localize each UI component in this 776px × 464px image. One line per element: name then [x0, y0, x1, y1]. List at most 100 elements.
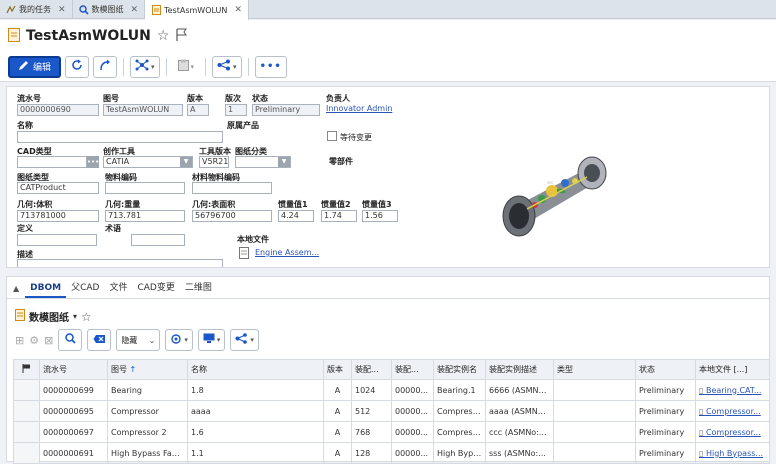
table-row[interactable]: 0000000697 Compressor 2 1.6 A 768 00000.… — [13, 421, 770, 443]
column-header[interactable]: 图号 ↑ — [107, 359, 188, 380]
drawing-no-field[interactable]: TestAsmWOLUN — [103, 104, 183, 116]
star-icon[interactable]: ☆ — [81, 310, 92, 324]
serial-field[interactable]: 0000000690 — [17, 104, 99, 116]
inertia1-field[interactable]: 4.24 — [278, 210, 314, 222]
local-file-link[interactable]: Engine Assem... — [255, 248, 319, 257]
file-link[interactable]: ▯ High Bypass... — [695, 442, 770, 464]
refresh-button[interactable] — [65, 55, 90, 78]
serial-label: 流水号 — [17, 94, 41, 103]
clipboard-button[interactable]: ▾ — [172, 55, 200, 78]
cad-type-field[interactable] — [17, 156, 87, 168]
edit-button[interactable]: 编辑 — [8, 55, 62, 78]
more-options-button[interactable]: ••• — [87, 156, 99, 168]
document-icon — [151, 5, 161, 15]
star-icon[interactable]: ☆ — [157, 28, 170, 44]
tab-drawings[interactable]: 数模图纸 ✕ — [73, 0, 146, 19]
column-header[interactable]: 装配... — [391, 359, 434, 380]
share-icon — [235, 333, 248, 347]
share-button[interactable]: ▾ — [212, 55, 242, 78]
inertia2-field[interactable]: 1.74 — [321, 210, 357, 222]
tab-label: 数模图纸 — [91, 5, 124, 14]
collapse-icon[interactable]: ▲ — [11, 284, 25, 298]
tab-files[interactable]: 文件 — [104, 278, 132, 298]
material-material-code-field[interactable] — [192, 182, 272, 194]
settings-icon[interactable]: ⚙ — [29, 334, 39, 347]
toolbar-divider — [165, 57, 167, 76]
tab-testasm[interactable]: TestAsmWOLUN ✕ — [145, 0, 249, 20]
column-header[interactable]: 流水号 — [39, 359, 108, 380]
material-code-field[interactable] — [105, 182, 185, 194]
file-link-label: Compressor... — [705, 406, 761, 416]
column-header[interactable]: 装配实例描述 — [485, 359, 554, 380]
volume-field[interactable]: 713781000 — [17, 210, 99, 222]
flag-icon[interactable] — [175, 28, 188, 44]
tab-label: TestAsmWOLUN — [164, 5, 228, 15]
tab-cad-change[interactable]: CAD变更 — [132, 278, 179, 298]
column-header[interactable]: 状态 — [635, 359, 696, 380]
revision-field[interactable]: 1 — [225, 104, 247, 116]
tool-version-field[interactable]: V5R21 — [199, 156, 229, 168]
source-product-label: 原属产品 — [227, 121, 259, 130]
definition-field[interactable] — [17, 234, 97, 246]
promote-button[interactable] — [93, 55, 118, 78]
column-header[interactable]: 本地文件 [...] — [695, 359, 770, 380]
table-row[interactable]: 0000000695 Compressor aaaa A 512 00000..… — [13, 400, 770, 422]
structure-button[interactable]: ▾ — [130, 55, 160, 78]
cell: Preliminary — [635, 421, 696, 443]
main-toolbar: 编辑 ▾ ▾ ▾ ••• — [0, 52, 776, 82]
table-row[interactable]: 0000000699 Bearing 1.8 A 1024 00000... B… — [13, 379, 770, 401]
monitor-button[interactable]: ▾ — [197, 329, 226, 351]
tab-parent-cad[interactable]: 父CAD — [66, 278, 104, 298]
definition-label: 定义 — [17, 224, 33, 233]
table-row[interactable]: 0000000691 High Bypass Fan ... 1.1 A 128… — [13, 442, 770, 464]
file-link[interactable]: ▯ Compressor... — [695, 421, 770, 443]
task-icon — [6, 5, 16, 15]
cell: 6666 (ASMNo... — [485, 379, 554, 401]
name-field[interactable] — [17, 131, 223, 143]
term-field[interactable] — [131, 234, 185, 246]
version-field[interactable]: A — [187, 104, 209, 116]
chevron-down-icon: ▾ — [184, 336, 188, 344]
relationship-grid: 流水号 图号 ↑ 名称 版本 装配... 装配... 装配实例名 装配实例描述 … — [13, 359, 770, 464]
weight-field[interactable]: 713.781 — [105, 210, 185, 222]
column-header[interactable]: 版本 — [323, 359, 352, 380]
search-button[interactable] — [58, 329, 83, 351]
pending-change-checkbox[interactable] — [327, 131, 337, 141]
cell — [553, 421, 636, 443]
column-header[interactable]: 名称 — [187, 359, 324, 380]
hide-select[interactable]: 隐藏 ⌄ — [116, 329, 161, 351]
column-header[interactable]: 装配... — [351, 359, 392, 380]
view-button[interactable]: ▾ — [165, 329, 193, 351]
description-field[interactable] — [17, 259, 223, 267]
section-title[interactable]: 数模图纸 ▾ ☆ — [15, 309, 92, 324]
close-icon[interactable]: ✕ — [234, 5, 242, 15]
surface-field[interactable]: 56796700 — [192, 210, 272, 222]
file-link[interactable]: ▯ Bearing.CAT... — [695, 379, 770, 401]
new-row-icon[interactable]: ⊞ — [15, 334, 24, 347]
drawing-category-select[interactable]: ▼ — [235, 156, 291, 168]
inertia3-field[interactable]: 1.56 — [362, 210, 398, 222]
close-icon[interactable]: ✕ — [58, 5, 66, 15]
tab-dbom[interactable]: DBOM — [25, 278, 67, 298]
share-button[interactable]: ▾ — [230, 329, 259, 351]
delete-row-icon[interactable]: ⊠ — [44, 334, 53, 347]
drawing-type-field[interactable]: CATProduct — [17, 182, 99, 194]
close-icon[interactable]: ✕ — [131, 5, 139, 15]
revision-label: 版次 — [225, 94, 241, 103]
share-icon — [217, 59, 231, 74]
authoring-tool-select[interactable]: CATIA ▼ — [103, 156, 193, 168]
tab-2d-drawing[interactable]: 二维图 — [180, 278, 217, 298]
chevron-down-icon: ▼ — [278, 157, 290, 167]
tab-my-tasks[interactable]: 我的任务 ✕ — [0, 0, 73, 19]
file-link-label: Compressor... — [705, 427, 761, 437]
item-header: TestAsmWOLUN ☆ — [0, 20, 776, 52]
file-link[interactable]: ▯ Compressor... — [695, 400, 770, 422]
column-header[interactable]: 类型 — [553, 359, 636, 380]
part-label: 零部件 — [329, 157, 353, 166]
owner-link[interactable]: Innovator Admin — [326, 104, 392, 113]
status-field[interactable]: Preliminary — [252, 104, 320, 116]
column-header[interactable]: 装配实例名 — [433, 359, 486, 380]
more-button[interactable]: ••• — [254, 55, 287, 78]
item-form: 流水号 0000000690 图号 TestAsmWOLUN 版本 A 版次 1… — [6, 86, 770, 268]
clear-search-button[interactable] — [87, 329, 112, 351]
